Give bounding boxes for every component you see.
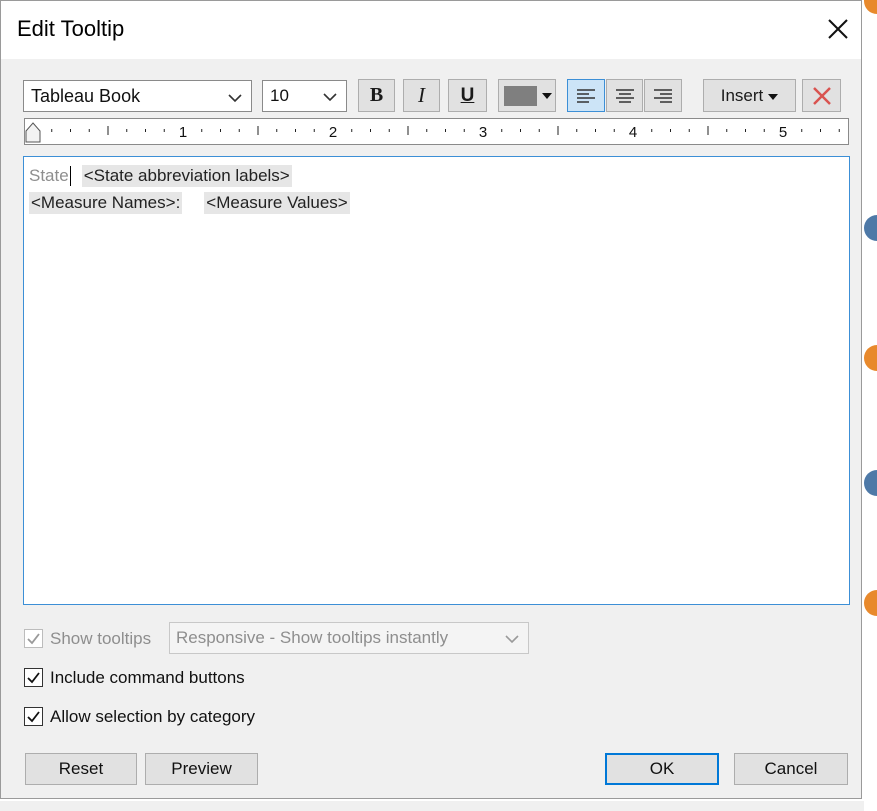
caret-down-icon (542, 87, 552, 105)
font-family-select[interactable]: Tableau Book (23, 80, 252, 112)
insert-button[interactable]: Insert (703, 79, 796, 112)
caret-down-icon (768, 86, 779, 106)
chevron-down-icon (504, 631, 520, 651)
align-left-button[interactable] (567, 79, 605, 112)
ruler-scale: 1 2 3 4 5 (51, 124, 840, 141)
state-abbreviation-field: <State abbreviation labels> (81, 165, 292, 187)
align-center-button[interactable] (606, 79, 643, 112)
underline-icon: U (460, 84, 475, 106)
measure-names-field: <Measure Names>: (29, 192, 183, 214)
ruler: 1 2 3 4 5 (24, 118, 849, 145)
checkmark-icon (27, 711, 40, 723)
include-command-buttons-label: Include command buttons (50, 668, 245, 687)
background-app (864, 0, 877, 811)
title-bar: Edit Tooltip (1, 1, 861, 59)
background-app-bottom (0, 801, 864, 811)
text-caret (69, 166, 71, 186)
show-tooltips-checkbox[interactable] (24, 629, 43, 648)
indent-marker-icon[interactable] (25, 122, 41, 149)
ruler-number: 5 (779, 124, 787, 141)
font-size-select[interactable]: 10 (262, 80, 347, 112)
allow-selection-checkbox[interactable] (24, 707, 43, 726)
chevron-down-icon (322, 89, 338, 103)
ruler-number: 2 (329, 124, 337, 141)
reset-button[interactable]: Reset (25, 753, 137, 785)
color-swatch-icon (504, 85, 537, 106)
cancel-button[interactable]: Cancel (734, 753, 848, 785)
font-family-value: Tableau Book (31, 85, 141, 106)
chevron-down-icon (227, 89, 243, 103)
bold-icon: B (369, 84, 384, 106)
clear-formatting-button[interactable] (802, 79, 841, 112)
edit-tooltip-dialog: Edit Tooltip Tableau Book 10 B I U Inser… (0, 0, 862, 799)
editor-line-measures: <Measure Names>: <Measure Values> (29, 192, 350, 214)
state-label-text: State (29, 166, 69, 185)
insert-label: Insert (720, 85, 764, 105)
show-tooltips-label: Show tooltips (50, 629, 152, 648)
ruler-number: 3 (479, 124, 487, 141)
bold-button[interactable]: B (358, 79, 395, 112)
align-center-icon (615, 88, 634, 103)
align-right-icon (654, 88, 672, 103)
ok-button[interactable]: OK (605, 753, 719, 785)
tooltip-mode-select[interactable]: Responsive - Show tooltips instantly (169, 622, 529, 654)
ruler-number: 1 (179, 124, 187, 141)
italic-icon: I (418, 83, 425, 107)
tooltip-editor[interactable]: State <State abbreviation labels> <Measur… (23, 156, 850, 605)
close-icon[interactable] (822, 13, 854, 45)
underline-button[interactable]: U (448, 79, 487, 112)
align-right-button[interactable] (644, 79, 682, 112)
measure-values-field: <Measure Values> (204, 192, 350, 214)
checkmark-icon (27, 633, 40, 645)
red-x-icon (812, 86, 831, 105)
editor-line-state: State <State abbreviation labels> (29, 165, 292, 187)
font-size-value: 10 (270, 86, 289, 105)
checkmark-icon (27, 672, 40, 684)
align-left-icon (577, 88, 595, 103)
ruler-number: 4 (629, 124, 637, 141)
include-command-buttons-checkbox[interactable] (24, 668, 43, 687)
tooltip-mode-value: Responsive - Show tooltips instantly (176, 628, 449, 647)
italic-button[interactable]: I (403, 79, 440, 112)
text-color-button[interactable] (498, 79, 556, 112)
preview-button[interactable]: Preview (145, 753, 258, 785)
allow-selection-label: Allow selection by category (50, 707, 256, 726)
dialog-title: Edit Tooltip (17, 16, 125, 41)
